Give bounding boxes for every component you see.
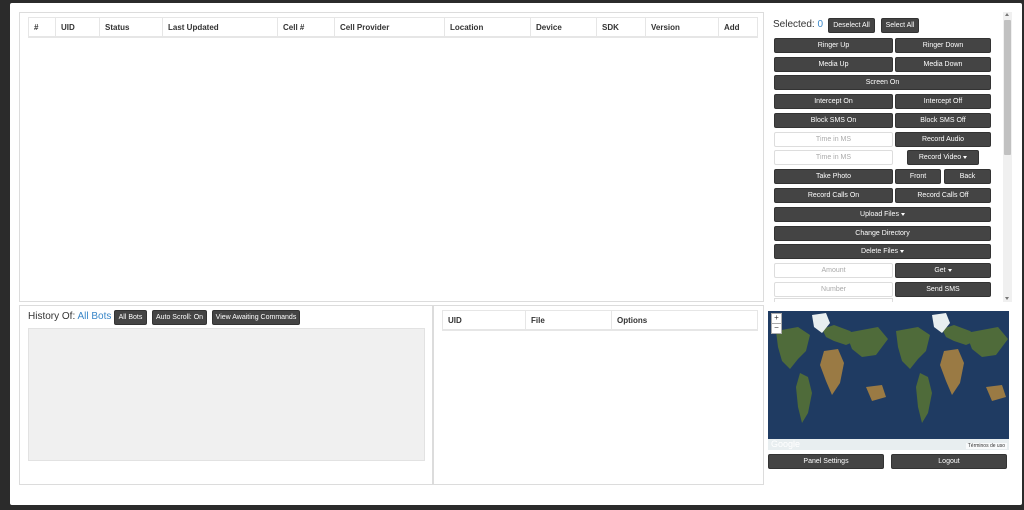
scrollbar-thumb[interactable] (1004, 20, 1011, 155)
intercept-off-button[interactable]: Intercept Off (895, 94, 991, 109)
get-label: Get (934, 267, 946, 274)
col-sdk[interactable]: SDK (596, 18, 646, 37)
ringer-up-button[interactable]: Ringer Up (774, 38, 893, 53)
audio-time-input[interactable]: Time in MS (774, 132, 893, 147)
send-sms-button[interactable]: Send SMS (895, 282, 991, 297)
col-version[interactable]: Version (645, 18, 719, 37)
zoom-out-button[interactable]: − (771, 323, 782, 334)
record-calls-off-button[interactable]: Record Calls Off (895, 188, 991, 203)
col-file-uid[interactable]: UID (443, 311, 526, 330)
selected-number: 0 (817, 19, 824, 30)
history-target: All Bots (77, 311, 112, 322)
media-up-button[interactable]: Media Up (774, 57, 893, 72)
map-terms-link[interactable]: Términos de uso (965, 443, 1007, 449)
col-cell-provider[interactable]: Cell Provider (334, 18, 445, 37)
delete-files-dropdown[interactable]: Delete Files (774, 244, 991, 259)
selected-count: Selected: 0 (773, 19, 823, 30)
col-cell-number[interactable]: Cell # (277, 18, 335, 37)
screen-on-button[interactable]: Screen On (774, 75, 991, 90)
chevron-down-icon (899, 249, 904, 253)
world-map[interactable]: + − Google Términos de uso (768, 311, 1009, 450)
col-last-updated[interactable]: Last Updated (162, 18, 278, 37)
control-panel-scrollbar[interactable] (1003, 12, 1012, 302)
all-bots-button[interactable]: All Bots (114, 310, 147, 325)
bots-table: # UID Status Last Updated Cell # Cell Pr… (29, 18, 757, 37)
col-file[interactable]: File (525, 311, 612, 330)
chevron-down-icon (963, 155, 968, 159)
upload-files-dropdown[interactable]: Upload Files (774, 207, 991, 222)
scroll-down-icon[interactable] (1005, 297, 1009, 300)
history-panel: History Of: All Bots All Bots Auto Scrol… (19, 305, 433, 485)
partial-input (774, 298, 893, 302)
col-options[interactable]: Options (611, 311, 757, 330)
files-table: UID File Options (443, 311, 757, 330)
col-index[interactable]: # (29, 18, 56, 37)
bots-table-header: # UID Status Last Updated Cell # Cell Pr… (29, 18, 757, 37)
files-table-header: UID File Options (443, 311, 757, 330)
panel-settings-button[interactable]: Panel Settings (768, 454, 884, 469)
video-time-input[interactable]: Time in MS (774, 150, 893, 165)
intercept-on-button[interactable]: Intercept On (774, 94, 893, 109)
col-device[interactable]: Device (530, 18, 597, 37)
block-sms-off-button[interactable]: Block SMS Off (895, 113, 991, 128)
col-status[interactable]: Status (99, 18, 163, 37)
chevron-down-icon (947, 268, 952, 272)
col-uid[interactable]: UID (55, 18, 100, 37)
view-awaiting-commands-button[interactable]: View Awaiting Commands (212, 310, 300, 325)
select-all-button[interactable]: Select All (881, 18, 919, 33)
record-calls-on-button[interactable]: Record Calls On (774, 188, 893, 203)
back-camera-button[interactable]: Back (944, 169, 991, 184)
logout-button[interactable]: Logout (891, 454, 1007, 469)
col-location[interactable]: Location (444, 18, 531, 37)
upload-files-label: Upload Files (860, 211, 899, 218)
block-sms-on-button[interactable]: Block SMS On (774, 113, 893, 128)
history-label: History Of: (28, 311, 76, 322)
media-down-button[interactable]: Media Down (895, 57, 991, 72)
history-title: History Of: All Bots (28, 311, 111, 322)
record-video-dropdown[interactable]: Record Video (907, 150, 979, 165)
change-directory-button[interactable]: Change Directory (774, 226, 991, 241)
bots-panel: # UID Status Last Updated Cell # Cell Pr… (19, 12, 764, 302)
map-brand: Google (771, 439, 801, 449)
take-photo-button[interactable]: Take Photo (774, 169, 893, 184)
satellite-map-image (768, 311, 1009, 450)
history-log[interactable] (28, 328, 425, 461)
col-add[interactable]: Add (718, 18, 757, 37)
deselect-all-button[interactable]: Deselect All (828, 18, 875, 33)
get-dropdown[interactable]: Get (895, 263, 991, 278)
delete-files-label: Delete Files (861, 248, 898, 255)
record-audio-button[interactable]: Record Audio (895, 132, 991, 147)
amount-input[interactable]: Amount (774, 263, 893, 278)
selected-label: Selected: (773, 19, 815, 30)
number-input[interactable]: Number (774, 282, 893, 297)
scroll-up-icon[interactable] (1005, 13, 1009, 16)
record-video-label: Record Video (918, 154, 962, 161)
auto-scroll-button[interactable]: Auto Scroll: On (152, 310, 207, 325)
ringer-down-button[interactable]: Ringer Down (895, 38, 991, 53)
front-camera-button[interactable]: Front (895, 169, 941, 184)
chevron-down-icon (900, 212, 905, 216)
files-panel: UID File Options (433, 305, 764, 485)
